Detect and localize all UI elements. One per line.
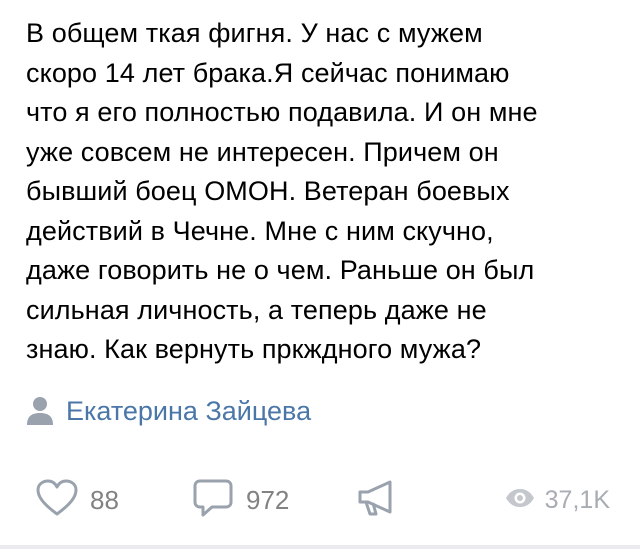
post-text-line: сильная личность, а теперь даже не <box>26 294 487 325</box>
author-name-link[interactable]: Екатерина Зайцева <box>66 396 311 427</box>
like-count: 88 <box>90 484 119 515</box>
post-text-line: скоро 14 лет брака.Я сейчас понимаю <box>26 57 510 88</box>
post-action-bar: 88 972 37,1K <box>0 474 640 526</box>
post-text-line: бывший боец ОМОН. Ветеран боевых <box>26 176 510 206</box>
views-count: 37,1K <box>544 485 610 514</box>
comment-count: 972 <box>246 484 290 515</box>
post-text: В общем ткая фигня. У нас с мужем скоро … <box>26 14 626 370</box>
share-button[interactable] <box>356 474 400 526</box>
post-text-line: даже говорить не о чем. Раньше он был <box>26 255 535 285</box>
divider <box>0 545 640 549</box>
like-button[interactable]: 88 <box>36 474 119 526</box>
post-text-line: что я его полностью подавила. И он мне <box>26 97 538 127</box>
person-icon <box>26 396 54 426</box>
post-text-line: В общем ткая фигня. У нас с мужем <box>26 18 483 48</box>
heart-icon <box>36 479 78 522</box>
views-counter: 37,1K <box>505 474 610 526</box>
post-text-line: действий в Чечне. Мне с ним скучно, <box>26 215 494 246</box>
comment-icon <box>192 478 234 523</box>
post-text-line: уже совсем не интересен. Причем он <box>26 136 499 167</box>
eye-icon <box>505 488 535 513</box>
comment-button[interactable]: 972 <box>192 474 289 526</box>
megaphone-icon <box>356 478 400 523</box>
post-text-line: знаю. Как вернуть пркждного мужа? <box>26 334 482 364</box>
post-author[interactable]: Екатерина Зайцева <box>26 392 311 430</box>
